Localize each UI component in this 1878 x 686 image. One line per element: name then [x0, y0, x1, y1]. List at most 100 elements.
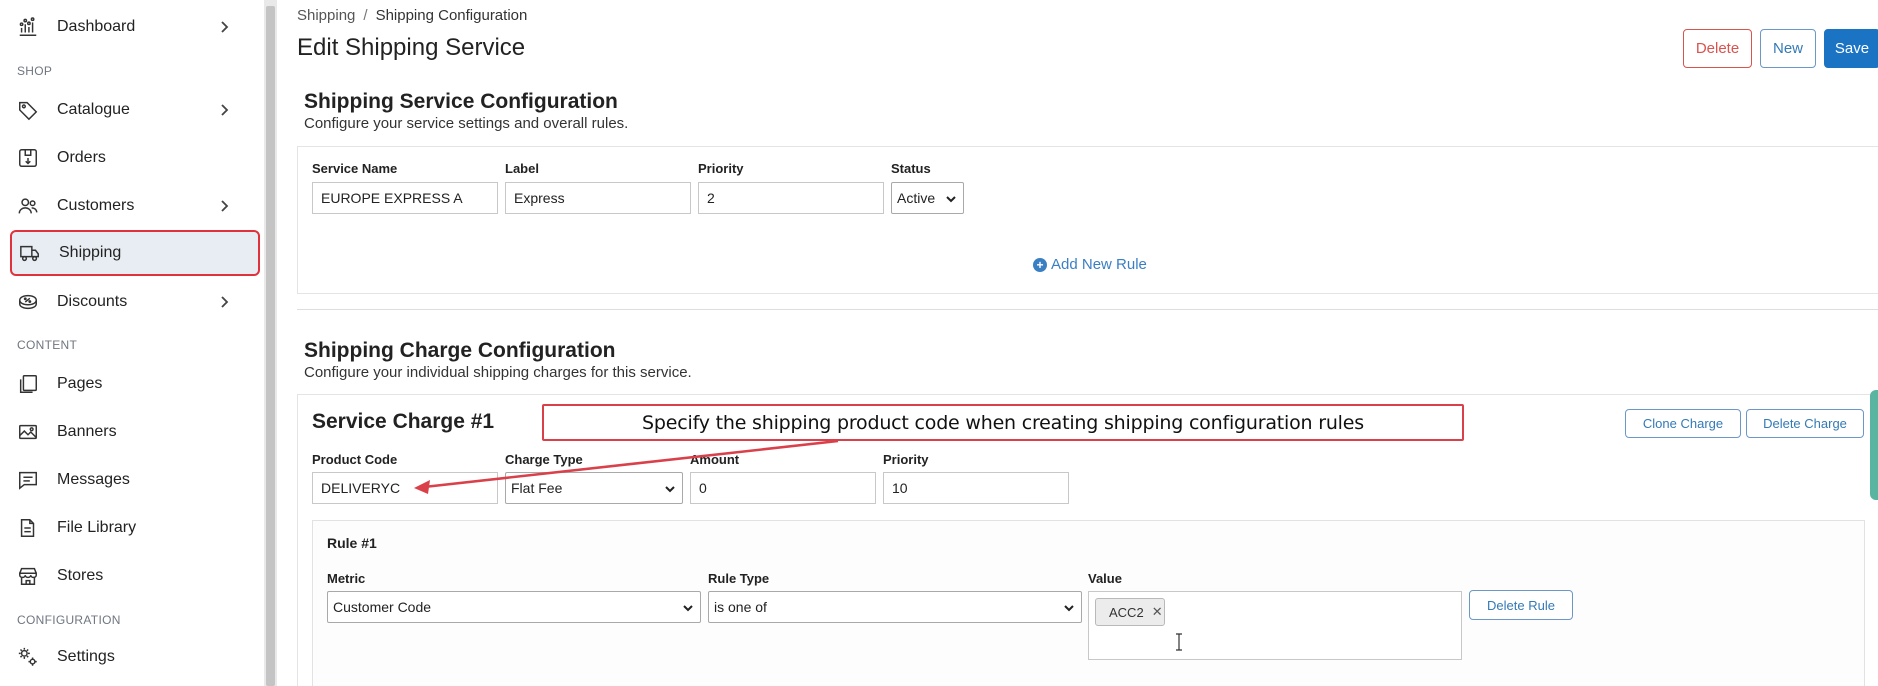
breadcrumb-separator: / — [363, 7, 368, 24]
breadcrumb-link-shipping[interactable]: Shipping — [297, 7, 355, 24]
metric-label: Metric — [327, 571, 366, 586]
section-divider — [297, 309, 1878, 310]
charge-type-select-value: Flat Fee — [511, 480, 563, 496]
messages-icon — [17, 469, 39, 491]
section-label-configuration: CONFIGURATION — [17, 613, 121, 627]
product-code-input[interactable]: DELIVERYC — [312, 472, 498, 504]
metric-select[interactable]: Customer Code — [327, 591, 701, 623]
status-select-value: Active — [897, 190, 936, 206]
chevron-right-icon — [221, 21, 229, 33]
charge-priority-label: Priority — [883, 452, 929, 467]
sidebar-item-label: Catalogue — [57, 101, 130, 118]
sidebar-item-orders[interactable]: Orders — [10, 135, 260, 181]
discount-icon — [17, 291, 39, 313]
service-config-title: Shipping Service Configuration — [304, 90, 618, 113]
chevron-down-icon — [1064, 605, 1074, 612]
charge-priority-input[interactable]: 10 — [883, 472, 1069, 504]
status-label: Status — [891, 161, 931, 176]
save-button[interactable]: Save — [1824, 29, 1878, 68]
sidebar-item-settings[interactable]: Settings — [10, 634, 260, 680]
delete-rule-button[interactable]: Delete Rule — [1469, 590, 1573, 620]
amount-input[interactable]: 0 — [690, 472, 876, 504]
sidebar-item-dashboard[interactable]: Dashboard — [10, 4, 260, 50]
sidebar-item-label: Orders — [57, 149, 106, 166]
section-label-shop: SHOP — [17, 64, 53, 78]
charge-type-select[interactable]: Flat Fee — [505, 472, 683, 504]
delete-button[interactable]: Delete — [1683, 29, 1752, 68]
sidebar-item-pages[interactable]: Pages — [10, 361, 260, 407]
add-new-rule-label: Add New Rule — [1051, 256, 1147, 273]
banners-icon — [17, 421, 39, 443]
plus-circle-icon: + — [1033, 257, 1047, 272]
chevron-down-icon — [665, 486, 675, 493]
sidebar-item-label: Settings — [57, 648, 115, 665]
rule-title: Rule #1 — [327, 535, 377, 551]
sidebar-item-file-library[interactable]: File Library — [10, 505, 260, 551]
breadcrumb: Shipping / Shipping Configuration — [297, 7, 527, 24]
sidebar-item-messages[interactable]: Messages — [10, 457, 260, 503]
status-select[interactable]: Active — [891, 182, 964, 214]
scrollbar-thumb[interactable] — [266, 6, 275, 686]
service-charge-title: Service Charge #1 — [312, 410, 495, 433]
charge-type-label: Charge Type — [505, 452, 583, 467]
sidebar-item-label: Customers — [57, 197, 135, 214]
breadcrumb-current: Shipping Configuration — [375, 7, 528, 24]
service-name-input[interactable]: EUROPE EXPRESS A — [312, 182, 498, 214]
sidebar-item-banners[interactable]: Banners — [10, 409, 260, 455]
orders-box-icon — [17, 147, 39, 169]
settings-gears-icon — [17, 646, 39, 668]
sidebar-item-label: Dashboard — [57, 18, 136, 35]
sidebar-item-customers[interactable]: Customers — [10, 183, 260, 229]
sidebar-item-catalogue[interactable]: Catalogue — [10, 87, 260, 133]
section-label-content: CONTENT — [17, 338, 78, 352]
product-code-label: Product Code — [312, 452, 398, 467]
charge-config-subtitle: Configure your individual shipping charg… — [304, 364, 692, 381]
value-label: Value — [1088, 571, 1122, 586]
chevron-right-icon — [221, 104, 229, 116]
rule-type-select-value: is one of — [714, 599, 767, 615]
sidebar-item-label: Pages — [57, 375, 103, 392]
value-tag-label: ACC2 — [1109, 604, 1144, 620]
text-cursor-icon — [1176, 633, 1182, 651]
file-library-icon — [17, 517, 39, 539]
sidebar-item-label: Messages — [57, 471, 130, 488]
sidebar-scrollbar[interactable] — [264, 0, 277, 686]
customers-icon — [17, 195, 39, 217]
store-icon — [17, 565, 39, 587]
chevron-down-icon — [946, 196, 956, 203]
delete-charge-button[interactable]: Delete Charge — [1746, 409, 1864, 438]
clone-charge-button[interactable]: Clone Charge — [1625, 409, 1741, 438]
rule-type-label: Rule Type — [708, 571, 770, 586]
add-new-rule-button[interactable]: + Add New Rule — [1033, 256, 1147, 273]
priority-label: Priority — [698, 161, 744, 176]
tag-icon — [17, 99, 39, 121]
service-config-subtitle: Configure your service settings and over… — [304, 115, 629, 132]
side-panel-handle[interactable] — [1870, 390, 1878, 500]
sidebar-item-label: File Library — [57, 519, 137, 536]
dashboard-icon — [17, 16, 39, 38]
priority-input[interactable]: 2 — [698, 182, 884, 214]
amount-label: Amount — [690, 452, 740, 467]
value-tag: ACC2 ✕ — [1095, 598, 1165, 626]
truck-icon — [19, 242, 41, 264]
chevron-right-icon — [221, 296, 229, 308]
remove-tag-icon[interactable]: ✕ — [1152, 604, 1163, 620]
rule-type-select[interactable]: is one of — [708, 591, 1082, 623]
label-field-label: Label — [505, 161, 539, 176]
annotation-callout: Specify the shipping product code when c… — [542, 404, 1464, 441]
sidebar-item-shipping[interactable]: Shipping — [10, 230, 260, 276]
sidebar-item-label: Discounts — [57, 293, 128, 310]
charge-config-title: Shipping Charge Configuration — [304, 339, 616, 362]
sidebar-item-label: Shipping — [59, 244, 122, 261]
metric-select-value: Customer Code — [333, 599, 432, 615]
label-input[interactable]: Express — [505, 182, 691, 214]
sidebar-item-discounts[interactable]: Discounts — [10, 279, 260, 325]
sidebar-item-label: Stores — [57, 567, 104, 584]
pages-icon — [17, 373, 39, 395]
sidebar: Dashboard SHOP Catalogue Orders Customer… — [0, 0, 264, 686]
new-button[interactable]: New — [1760, 29, 1816, 68]
sidebar-item-stores[interactable]: Stores — [10, 553, 260, 599]
service-name-label: Service Name — [312, 161, 398, 176]
sidebar-item-label: Banners — [57, 423, 117, 440]
chevron-right-icon — [221, 200, 229, 212]
